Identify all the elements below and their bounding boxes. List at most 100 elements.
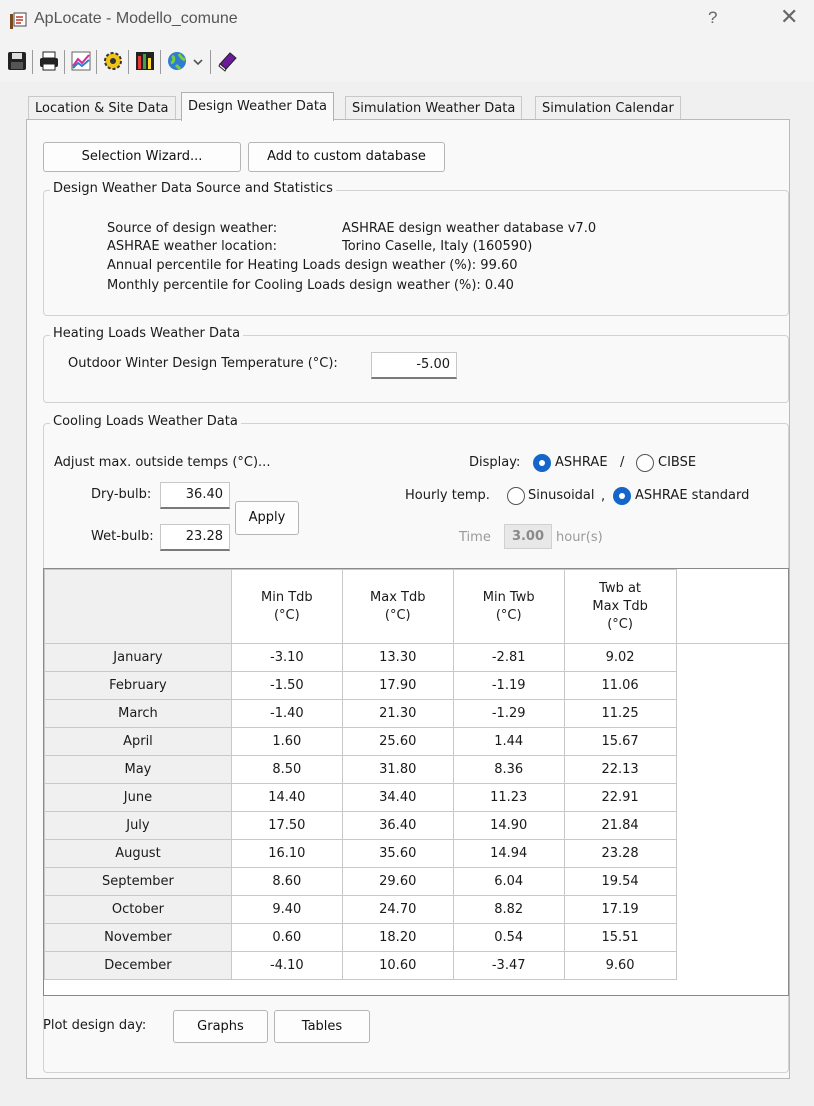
table-cell[interactable]: 11.23 [452, 783, 565, 812]
table-cell[interactable]: 35.60 [341, 839, 454, 868]
table-cell[interactable]: 21.30 [341, 699, 454, 728]
table-cell[interactable]: 15.51 [563, 923, 677, 952]
settings-icon[interactable] [102, 50, 124, 72]
book-icon[interactable] [216, 50, 238, 72]
hourly-sinusoidal-radio[interactable] [507, 487, 525, 505]
table-row[interactable]: September 8.60 29.60 6.04 19.54 [44, 867, 788, 896]
table-row[interactable]: March -1.40 21.30 -1.29 11.25 [44, 699, 788, 728]
print-icon[interactable] [38, 50, 60, 72]
table-cell[interactable]: 8.36 [452, 755, 565, 784]
table-cell[interactable]: 10.60 [341, 951, 454, 980]
table-row[interactable]: November 0.60 18.20 0.54 15.51 [44, 923, 788, 952]
table-cell[interactable]: -3.10 [230, 643, 343, 672]
column-header[interactable]: Min Twb (°C) [452, 569, 565, 644]
tab-design-weather-data[interactable]: Design Weather Data [181, 92, 334, 121]
table-cell[interactable]: 17.19 [563, 895, 677, 924]
display-ashrae-radio[interactable] [533, 454, 551, 472]
table-cell[interactable]: -1.29 [452, 699, 565, 728]
table-row[interactable]: February -1.50 17.90 -1.19 11.06 [44, 671, 788, 700]
table-row[interactable]: August 16.10 35.60 14.94 23.28 [44, 839, 788, 868]
table-cell[interactable]: 8.82 [452, 895, 565, 924]
heating-percentile-line: Annual percentile for Heating Loads desi… [107, 258, 518, 273]
table-cell[interactable]: 34.40 [341, 783, 454, 812]
selection-wizard-button[interactable]: Selection Wizard... [43, 142, 241, 172]
empty-cell [676, 699, 788, 728]
help-button[interactable]: ? [708, 8, 717, 28]
save-icon[interactable] [6, 50, 28, 72]
row-header-month: August [44, 839, 232, 868]
dry-bulb-input[interactable]: 36.40 [160, 482, 230, 509]
empty-cell [676, 811, 788, 840]
column-header[interactable]: Max Tdb (°C) [341, 569, 454, 644]
close-button[interactable]: ✕ [780, 4, 798, 30]
table-cell[interactable]: 9.40 [230, 895, 343, 924]
table-cell[interactable]: 0.54 [452, 923, 565, 952]
toolbar-separator [160, 50, 161, 74]
table-cell[interactable]: 14.94 [452, 839, 565, 868]
row-header-month: November [44, 923, 232, 952]
table-cell[interactable]: 21.84 [563, 811, 677, 840]
table-cell[interactable]: 9.60 [563, 951, 677, 980]
chart-bars-icon[interactable] [134, 50, 156, 72]
table-cell[interactable]: 23.28 [563, 839, 677, 868]
tab-simulation-weather-data[interactable]: Simulation Weather Data [345, 96, 523, 121]
table-cell[interactable]: 16.10 [230, 839, 343, 868]
table-cell[interactable]: 25.60 [341, 727, 454, 756]
table-cell[interactable]: 36.40 [341, 811, 454, 840]
table-cell[interactable]: -1.19 [452, 671, 565, 700]
table-row[interactable]: May 8.50 31.80 8.36 22.13 [44, 755, 788, 784]
empty-cell [676, 951, 788, 980]
tab-simulation-calendar[interactable]: Simulation Calendar [535, 96, 681, 121]
graph-icon[interactable] [70, 50, 92, 72]
table-cell[interactable]: 11.25 [563, 699, 677, 728]
table-cell[interactable]: 14.90 [452, 811, 565, 840]
column-header[interactable]: Min Tdb (°C) [230, 569, 343, 644]
table-cell[interactable]: 11.06 [563, 671, 677, 700]
table-row[interactable]: December -4.10 10.60 -3.47 9.60 [44, 951, 788, 980]
table-cell[interactable]: 13.30 [341, 643, 454, 672]
winter-design-temp-input[interactable]: -5.00 [371, 352, 457, 379]
table-cell[interactable]: 17.90 [341, 671, 454, 700]
table-cell[interactable]: 19.54 [563, 867, 677, 896]
table-cell[interactable]: 17.50 [230, 811, 343, 840]
table-cell[interactable]: 15.67 [563, 727, 677, 756]
table-cell[interactable]: 8.50 [230, 755, 343, 784]
table-cell[interactable]: 1.60 [230, 727, 343, 756]
table-cell[interactable]: 18.20 [341, 923, 454, 952]
table-cell[interactable]: 22.13 [563, 755, 677, 784]
table-row[interactable]: July 17.50 36.40 14.90 21.84 [44, 811, 788, 840]
table-row[interactable]: June 14.40 34.40 11.23 22.91 [44, 783, 788, 812]
table-cell[interactable]: 0.60 [230, 923, 343, 952]
table-cell[interactable]: 14.40 [230, 783, 343, 812]
add-to-custom-database-button[interactable]: Add to custom database [248, 142, 445, 172]
table-cell[interactable]: -3.47 [452, 951, 565, 980]
column-header-line: (°C) [495, 607, 522, 623]
table-cell[interactable]: -1.50 [230, 671, 343, 700]
toolbar-separator [128, 50, 129, 74]
tab-location-site-data[interactable]: Location & Site Data [28, 96, 176, 121]
table-cell[interactable]: 1.44 [452, 727, 565, 756]
graphs-button[interactable]: Graphs [173, 1010, 268, 1043]
table-cell[interactable]: -4.10 [230, 951, 343, 980]
hourly-ashrae-standard-radio[interactable] [613, 487, 631, 505]
table-cell[interactable]: 29.60 [341, 867, 454, 896]
table-cell[interactable]: 22.91 [563, 783, 677, 812]
apply-button[interactable]: Apply [235, 501, 299, 535]
table-row[interactable]: April 1.60 25.60 1.44 15.67 [44, 727, 788, 756]
column-header-line: (°C) [273, 607, 300, 623]
table-cell[interactable]: 9.02 [563, 643, 677, 672]
table-row[interactable]: October 9.40 24.70 8.82 17.19 [44, 895, 788, 924]
chevron-down-icon[interactable] [193, 58, 203, 66]
table-cell[interactable]: 6.04 [452, 867, 565, 896]
table-cell[interactable]: -1.40 [230, 699, 343, 728]
column-header[interactable]: Twb at Max Tdb (°C) [563, 569, 677, 644]
display-cibse-radio[interactable] [636, 454, 654, 472]
globe-icon[interactable] [166, 50, 188, 72]
table-row[interactable]: January -3.10 13.30 -2.81 9.02 [44, 643, 788, 672]
wet-bulb-input[interactable]: 23.28 [160, 524, 230, 551]
table-cell[interactable]: -2.81 [452, 643, 565, 672]
tables-button[interactable]: Tables [274, 1010, 370, 1043]
table-cell[interactable]: 8.60 [230, 867, 343, 896]
table-cell[interactable]: 24.70 [341, 895, 454, 924]
table-cell[interactable]: 31.80 [341, 755, 454, 784]
